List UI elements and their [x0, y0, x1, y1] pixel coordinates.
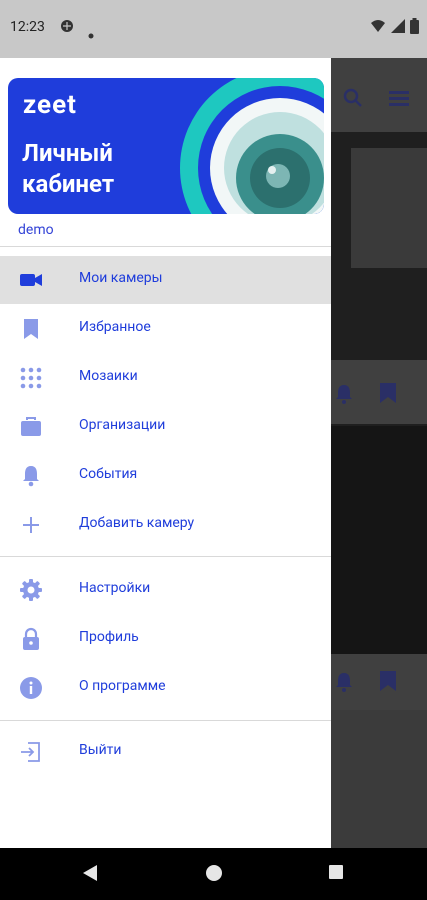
lock-icon [18, 627, 44, 651]
bookmark-icon [18, 317, 44, 341]
banner-title-line1: Личный [22, 139, 113, 167]
menu-label: Организации [79, 417, 166, 433]
briefcase-icon [18, 415, 44, 439]
bell-icon [335, 384, 353, 408]
videocam-icon [18, 268, 44, 292]
bookmark-icon [379, 382, 397, 408]
menu-label: События [79, 466, 138, 482]
banner-title: Личный кабинет [22, 138, 114, 200]
cellular-icon [390, 18, 406, 38]
bell-icon [18, 464, 44, 488]
navigation-drawer: zeet Личный кабинет demo Мои камеры Избр… [0, 58, 331, 848]
divider [0, 556, 331, 557]
grid-icon [18, 366, 44, 390]
menu-item-favorites[interactable]: Избранное [0, 305, 331, 353]
logout-icon [18, 740, 44, 764]
menu-item-mosaics[interactable]: Мозаики [0, 354, 331, 402]
divider [0, 720, 331, 721]
menu-item-settings[interactable]: Настройки [0, 566, 331, 614]
zeet-logo: zeet [23, 90, 77, 120]
camera-preview [331, 426, 427, 658]
drawer-header-banner: zeet Личный кабинет [8, 78, 324, 214]
menu-item-logout[interactable]: Выйти [0, 728, 331, 776]
bell-icon [335, 672, 353, 696]
bookmark-icon [379, 670, 397, 696]
menu-item-organizations[interactable]: Организации [0, 403, 331, 451]
back-icon[interactable] [82, 864, 98, 886]
home-icon[interactable] [205, 864, 223, 886]
menu-label: Мозаики [79, 368, 138, 384]
menu-item-profile[interactable]: Профиль [0, 615, 331, 663]
system-navigation-bar [0, 848, 427, 900]
menu-label: Настройки [79, 580, 151, 596]
camera-lens-illustration [180, 78, 324, 214]
divider [0, 246, 331, 247]
menu-item-events[interactable]: События [0, 452, 331, 500]
menu-label: О программе [79, 678, 166, 694]
menu-label: Профиль [79, 629, 139, 645]
banner-title-line2: кабинет [22, 170, 115, 198]
menu-item-my-cameras[interactable]: Мои камеры [0, 256, 331, 304]
menu-item-about[interactable]: О программе [0, 664, 331, 712]
menu-label: Мои камеры [79, 270, 163, 286]
list-view-icon [389, 90, 409, 110]
background-app-scrim[interactable] [331, 58, 427, 848]
account-name: demo [18, 222, 54, 238]
recents-icon[interactable] [328, 864, 344, 884]
gear-icon [18, 578, 44, 602]
menu-label: Выйти [79, 742, 122, 758]
plus-icon [18, 513, 44, 537]
notification-dot-icon [88, 24, 94, 43]
wifi-icon [370, 18, 386, 38]
menu-label: Добавить камеру [79, 515, 195, 531]
battery-icon [410, 18, 419, 38]
menu-item-add-camera[interactable]: Добавить камеру [0, 501, 331, 549]
notification-app-icon [60, 18, 74, 37]
search-icon [343, 88, 363, 112]
info-icon [18, 676, 44, 700]
status-time: 12:23 [10, 19, 45, 35]
menu-label: Избранное [79, 319, 151, 335]
status-bar: 12:23 [0, 0, 427, 58]
